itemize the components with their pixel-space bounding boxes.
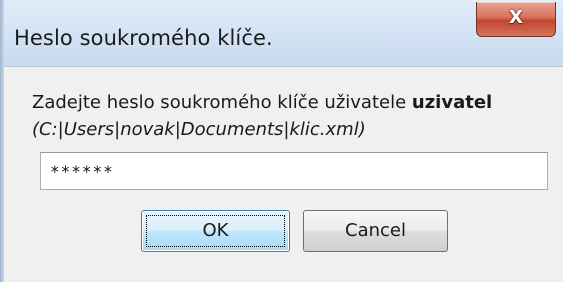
password-field[interactable]	[40, 152, 548, 190]
prompt-message: Zadejte heslo soukromého klíče uživatele…	[32, 92, 492, 113]
user-name: uzivatel	[411, 92, 493, 113]
key-file-path: (C:|Users|novak|Documents|klic.xml)	[32, 119, 366, 140]
ok-button[interactable]: OK	[141, 210, 290, 252]
dialog-title: Heslo soukromého klíče.	[14, 26, 273, 50]
close-button[interactable]: X	[476, 2, 556, 37]
prompt-text: Zadejte heslo soukromého klíče uživatele	[32, 92, 412, 113]
cancel-label: Cancel	[345, 220, 406, 241]
cancel-button[interactable]: Cancel	[303, 210, 448, 252]
close-icon: X	[509, 7, 523, 28]
ok-label: OK	[202, 220, 229, 241]
